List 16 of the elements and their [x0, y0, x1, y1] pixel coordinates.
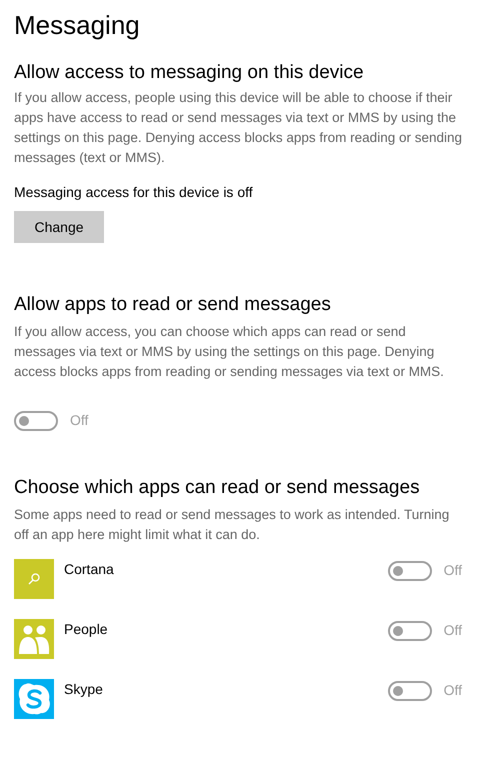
- toggle-label: Off: [444, 561, 462, 580]
- change-button[interactable]: Change: [14, 211, 104, 243]
- section-heading: Choose which apps can read or send messages: [14, 476, 421, 500]
- section-heading: Allow apps to read or send messages: [14, 293, 332, 317]
- access-status: Messaging access for this device is off: [14, 183, 254, 202]
- section-description: If you allow access, you can choose which apps can read or send messages via text or MMS by using the settings on this page. Denying access blocks apps from reading or sending messages via text or MMS.: [14, 323, 445, 381]
- app-name: Skype: [64, 680, 104, 699]
- app-name: People: [64, 620, 109, 639]
- section-heading: Allow access to messaging on this device: [14, 61, 365, 85]
- app-name: Cortana: [64, 560, 115, 579]
- toggle-label: Off: [444, 621, 462, 640]
- section-description: If you allow access, people using this device will be able to choose if their apps have access to read or send messages via text or MMS by using the settings on this page. Denying access blocks apps from reading or sending messages (text or MMS).: [14, 89, 464, 167]
- page-title: Messaging: [14, 9, 141, 42]
- section-description: Some apps need to read or send messages to work as intended. Turning off an app here might limit what it can do.: [14, 506, 450, 544]
- toggle-label: Off: [444, 681, 462, 700]
- toggle-label: Off: [70, 411, 88, 430]
